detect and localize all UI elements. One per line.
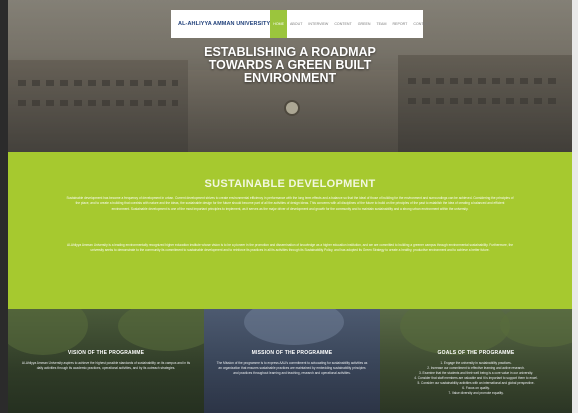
goals-panel: GOALS OF THE PROGRAMME 1. Engage the uni…: [380, 309, 572, 413]
vision-text: Al-Ahliyya Amman University aspires to a…: [21, 361, 191, 370]
web-page: AL-AHLIYYA AMMAN UNIVERSITY HOME ABOUT I…: [8, 0, 572, 413]
scrollbar-track[interactable]: [572, 0, 578, 413]
hero-title-line: ENVIRONMENT: [243, 71, 337, 85]
tree-foliage: [244, 309, 344, 345]
sustainable-development-section: SUSTAINABLE DEVELOPMENT Sustainable deve…: [8, 152, 572, 309]
vision-title: VISION OF THE PROGRAMME: [67, 350, 145, 356]
vision-panel: VISION OF THE PROGRAMME Al-Ahliyya Amman…: [8, 309, 204, 413]
goals-list: 1. Engage the university in sustainabili…: [394, 361, 558, 396]
tree-foliage: [8, 309, 88, 355]
hero-title: ESTABLISHING A ROADMAP TOWARDS A GREEN B…: [140, 46, 440, 85]
mission-text: The Mission of the programme is to expre…: [216, 361, 368, 375]
section-title: SUSTAINABLE DEVELOPMENT: [204, 178, 376, 190]
university-paragraph: Al-Ahliyya Amman University is a leading…: [66, 243, 514, 253]
nav-item-interview[interactable]: INTERVIEW: [305, 10, 331, 38]
nav-item-about[interactable]: ABOUT: [287, 10, 305, 38]
programme-panels: VISION OF THE PROGRAMME Al-Ahliyya Amman…: [8, 309, 572, 413]
nav-item-contact[interactable]: CONTACT: [410, 10, 433, 38]
tree-foliage: [400, 309, 510, 355]
nav-item-home[interactable]: HOME: [270, 10, 288, 38]
top-navbar: AL-AHLIYYA AMMAN UNIVERSITY HOME ABOUT I…: [171, 10, 430, 38]
nav-menu: HOME ABOUT INTERVIEW CONTENT GREEN TEAM …: [270, 10, 433, 38]
nav-item-content[interactable]: CONTENT: [331, 10, 354, 38]
intro-paragraph: Sustainable development has become a fre…: [66, 196, 514, 211]
mission-panel: MISSION OF THE PROGRAMME The Mission of …: [204, 309, 380, 413]
window-frame-left: [0, 0, 8, 413]
tree-foliage: [500, 309, 572, 347]
tree-foliage: [118, 309, 204, 351]
nav-item-team[interactable]: TEAM: [373, 10, 389, 38]
hero-section: AL-AHLIYYA AMMAN UNIVERSITY HOME ABOUT I…: [8, 0, 572, 152]
goal-item: 7. Value diversity and promote equality.: [448, 391, 504, 395]
nav-item-report[interactable]: REPORT: [389, 10, 410, 38]
brand-name[interactable]: AL-AHLIYYA AMMAN UNIVERSITY: [178, 21, 270, 27]
goals-title: GOALS OF THE PROGRAMME: [437, 350, 515, 356]
nav-item-green[interactable]: GREEN: [355, 10, 374, 38]
mission-title: MISSION OF THE PROGRAMME: [251, 350, 333, 356]
